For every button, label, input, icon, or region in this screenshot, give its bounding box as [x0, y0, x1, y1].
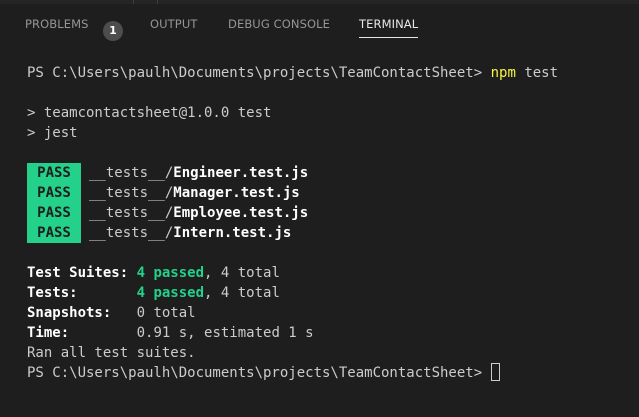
pass-badge: PASS	[27, 223, 81, 243]
problems-count-badge: 1	[103, 21, 123, 41]
summary-label: Tests:	[27, 285, 78, 301]
script-header: > teamcontactsheet@1.0.0 test	[27, 105, 272, 121]
summary-total: , 4 total	[204, 265, 280, 281]
summary-label: Time:	[27, 325, 70, 341]
test-file: Engineer.test.js	[173, 165, 309, 181]
prompt: PS C:\Users\paulh\Documents\projects\Tea…	[27, 365, 483, 381]
terminal-output[interactable]: PS C:\Users\paulh\Documents\projects\Tea…	[27, 63, 637, 383]
test-dir: __tests__/	[89, 205, 174, 221]
ran-all-message: Ran all test suites.	[27, 345, 196, 361]
command-name: npm	[490, 65, 516, 81]
summary-value: 0 total	[136, 305, 196, 321]
vscode-panel: PROBLEMS 1 OUTPUT DEBUG CONSOLE TERMINAL…	[0, 0, 639, 417]
test-dir: __tests__/	[89, 165, 174, 181]
test-file: Employee.test.js	[173, 205, 309, 221]
tab-terminal[interactable]: TERMINAL	[359, 4, 419, 44]
pass-badge: PASS	[27, 183, 81, 203]
active-tab-indicator	[359, 37, 419, 38]
tab-debug-console[interactable]: DEBUG CONSOLE	[228, 4, 330, 44]
summary-label: Snapshots:	[27, 305, 112, 321]
summary-snapshots: Snapshots: 0 total	[27, 303, 637, 323]
test-dir: __tests__/	[89, 225, 174, 241]
summary-tests: Tests: 4 passed, 4 total	[27, 283, 637, 303]
summary-total: , 4 total	[204, 285, 280, 301]
test-result-row: PASS __tests__/Manager.test.js	[27, 183, 637, 203]
command-args: test	[524, 65, 559, 81]
summary-value: 0.91 s, estimated 1 s	[136, 325, 314, 341]
text-cursor	[490, 363, 500, 381]
tab-output-label: OUTPUT	[150, 17, 198, 31]
summary-passed: 4 passed	[136, 285, 205, 301]
test-result-row: PASS __tests__/Intern.test.js	[27, 223, 637, 243]
summary-time: Time: 0.91 s, estimated 1 s	[27, 323, 637, 343]
tab-output[interactable]: OUTPUT	[150, 4, 197, 44]
command-line: PS C:\Users\paulh\Documents\projects\Tea…	[27, 63, 637, 83]
tab-debug-console-label: DEBUG CONSOLE	[228, 17, 331, 31]
summary-suites: Test Suites: 4 passed, 4 total	[27, 263, 637, 283]
test-result-row: PASS __tests__/Engineer.test.js	[27, 163, 637, 183]
pass-badge: PASS	[27, 163, 81, 183]
summary-label: Test Suites:	[27, 265, 129, 281]
test-file: Manager.test.js	[173, 185, 300, 201]
test-dir: __tests__/	[89, 185, 174, 201]
summary-passed: 4 passed	[136, 265, 205, 281]
tab-problems-label: PROBLEMS	[25, 17, 89, 31]
pass-badge: PASS	[27, 203, 81, 223]
tab-terminal-label: TERMINAL	[359, 17, 419, 31]
panel-tab-bar: PROBLEMS 1 OUTPUT DEBUG CONSOLE TERMINAL	[0, 4, 639, 44]
test-result-row: PASS __tests__/Employee.test.js	[27, 203, 637, 223]
tab-problems[interactable]: PROBLEMS	[25, 4, 89, 44]
prompt: PS C:\Users\paulh\Documents\projects\Tea…	[27, 65, 483, 81]
test-file: Intern.test.js	[173, 225, 292, 241]
current-prompt-line[interactable]: PS C:\Users\paulh\Documents\projects\Tea…	[27, 363, 637, 383]
script-command: > jest	[27, 125, 78, 141]
